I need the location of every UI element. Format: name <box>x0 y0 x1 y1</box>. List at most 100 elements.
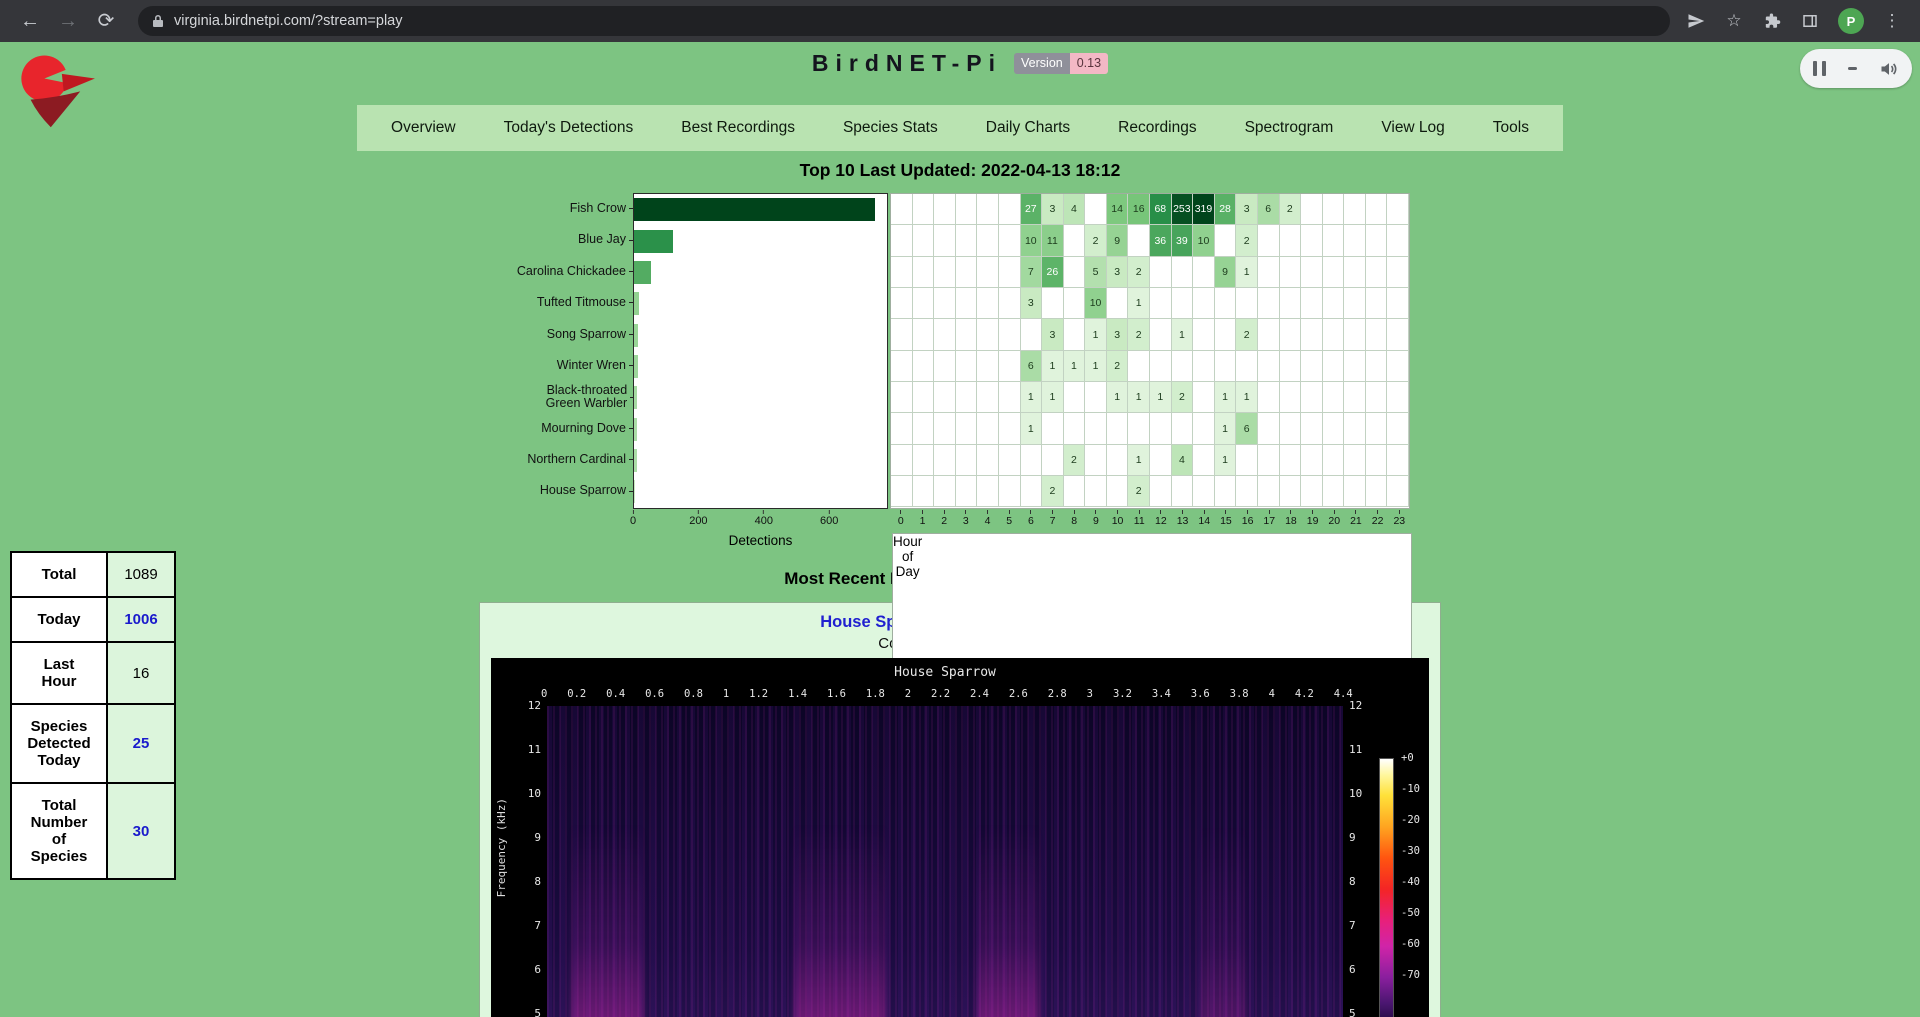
time-tick: 2.6 <box>1009 688 1028 700</box>
nav-item-view-log[interactable]: View Log <box>1357 119 1468 137</box>
species-label-carolina-chickadee: Carolina Chickadee <box>510 256 633 287</box>
stat-value[interactable]: 30 <box>107 783 175 879</box>
nav-item-overview[interactable]: Overview <box>367 119 480 137</box>
heatmap-cell-empty <box>1236 288 1258 319</box>
heatmap-cell-empty <box>956 225 978 256</box>
bar-row <box>634 445 887 476</box>
heatmap-cell: 1 <box>1021 413 1043 444</box>
species-label-song-sparrow: Song Sparrow <box>510 319 633 350</box>
profile-avatar[interactable]: P <box>1838 8 1864 34</box>
heatmap-cell: 39 <box>1172 225 1194 256</box>
time-tick: 0.6 <box>645 688 664 700</box>
back-icon[interactable]: ← <box>14 5 46 37</box>
nav-item-species-stats[interactable]: Species Stats <box>819 119 962 137</box>
address-bar[interactable]: virginia.birdnetpi.com/?stream=play <box>138 6 1670 36</box>
stat-value[interactable]: 25 <box>107 704 175 783</box>
heatmap-cell-empty <box>1280 351 1302 382</box>
seek-dash[interactable] <box>1848 67 1857 70</box>
heatmap-cell-empty <box>913 257 935 288</box>
colorbar-tick: -50 <box>1401 907 1420 919</box>
heatmap-cell-empty <box>1366 351 1388 382</box>
hour-xtick: 3 <box>955 510 977 527</box>
hour-xtick: 1 <box>912 510 934 527</box>
heatmap-cell: 1 <box>1064 351 1086 382</box>
colorbar-tick: -30 <box>1401 845 1420 857</box>
hour-xtick: 6 <box>1020 510 1042 527</box>
heatmap-cell-empty <box>1258 225 1280 256</box>
heatmap-cell: 4 <box>1064 194 1086 225</box>
heatmap-cell-empty <box>1172 257 1194 288</box>
heatmap-cell-empty <box>977 194 999 225</box>
nav-item-spectrogram[interactable]: Spectrogram <box>1221 119 1358 137</box>
extensions-puzzle-icon[interactable] <box>1762 11 1782 31</box>
screen: ← → ⟳ virginia.birdnetpi.com/?stream=pla… <box>0 0 1920 1017</box>
heatmap-cell: 9 <box>1107 225 1129 256</box>
heatmap-cell: 10 <box>1085 288 1107 319</box>
stat-value: 16 <box>107 642 175 704</box>
nav-item-daily-charts[interactable]: Daily Charts <box>962 119 1094 137</box>
time-tick: 2.4 <box>970 688 989 700</box>
spectro-plot <box>547 706 1343 1017</box>
nav-item-best-recordings[interactable]: Best Recordings <box>657 119 819 137</box>
heatmap-cell-empty <box>999 382 1021 413</box>
stat-value[interactable]: 1006 <box>107 597 175 642</box>
nav-item-recordings[interactable]: Recordings <box>1094 119 1220 137</box>
heatmap-cell-empty <box>913 445 935 476</box>
spectro-freq-axis-left: 12111098765 <box>517 658 541 1017</box>
bar-axis-label: Detections <box>633 533 888 556</box>
spectro-freq-label: Frequency (kHz) <box>495 798 508 897</box>
heatmap-cell-empty <box>1172 288 1194 319</box>
freq-tick: 10 <box>1349 787 1362 800</box>
nav-item-tools[interactable]: Tools <box>1469 119 1553 137</box>
heatmap-cell-empty <box>1323 413 1345 444</box>
heatmap-cell-empty <box>934 225 956 256</box>
forward-icon[interactable]: → <box>52 5 84 37</box>
heatmap-cell-empty <box>1280 445 1302 476</box>
heatmap-cell: 3 <box>1021 288 1043 319</box>
browser-menu-kebab-icon[interactable]: ⋮ <box>1882 11 1902 31</box>
heatmap-cell-empty <box>891 351 913 382</box>
time-tick: 2 <box>905 688 911 700</box>
heatmap-cell: 2 <box>1064 445 1086 476</box>
bookmark-star-icon[interactable]: ☆ <box>1724 11 1744 31</box>
heatmap-cell-empty <box>1258 382 1280 413</box>
colorbar-tick: +0 <box>1401 752 1414 764</box>
heatmap-cell: 1 <box>1085 351 1107 382</box>
heatmap-cell-empty <box>1301 319 1323 350</box>
heatmap-cell: 2 <box>1280 194 1302 225</box>
bar-xtick: 200 <box>689 510 707 527</box>
nav-item-today-s-detections[interactable]: Today's Detections <box>480 119 658 137</box>
send-icon[interactable] <box>1686 11 1706 31</box>
page-title: BirdNET-Pi <box>812 50 1002 77</box>
bar-row <box>634 288 887 319</box>
heatmap-cell-empty <box>1323 382 1345 413</box>
heatmap-cell-empty <box>1258 351 1280 382</box>
heatmap-cell-empty <box>1172 476 1194 507</box>
heatmap-cell-empty <box>1387 382 1409 413</box>
bar-xtick: 400 <box>755 510 773 527</box>
hour-xtick: 9 <box>1085 510 1107 527</box>
reload-icon[interactable]: ⟳ <box>90 5 122 37</box>
heatmap-cell-empty <box>934 319 956 350</box>
hour-xtick: 13 <box>1172 510 1194 527</box>
heatmap-cell-empty <box>1064 319 1086 350</box>
heatmap-cell-empty <box>934 194 956 225</box>
heatmap-cell-empty <box>913 194 935 225</box>
hour-xtick: 18 <box>1280 510 1302 527</box>
heatmap-cell: 4 <box>1172 445 1194 476</box>
volume-icon[interactable] <box>1879 60 1899 78</box>
hour-xtick: 5 <box>998 510 1020 527</box>
heatmap-cell: 3 <box>1042 319 1064 350</box>
side-panel-icon[interactable] <box>1800 11 1820 31</box>
heatmap-cell: 2 <box>1128 476 1150 507</box>
heatmap-cell-empty <box>1387 476 1409 507</box>
stat-label: Species Detected Today <box>11 704 107 783</box>
stats-row-today: Today1006 <box>11 597 175 642</box>
time-tick: 1.6 <box>827 688 846 700</box>
heatmap-cell-empty <box>1387 351 1409 382</box>
heatmap-cell-empty <box>1085 445 1107 476</box>
heatmap-cell-empty <box>1215 476 1237 507</box>
hour-xtick: 2 <box>933 510 955 527</box>
heatmap-cell-empty <box>1280 382 1302 413</box>
pause-icon[interactable] <box>1813 61 1826 76</box>
